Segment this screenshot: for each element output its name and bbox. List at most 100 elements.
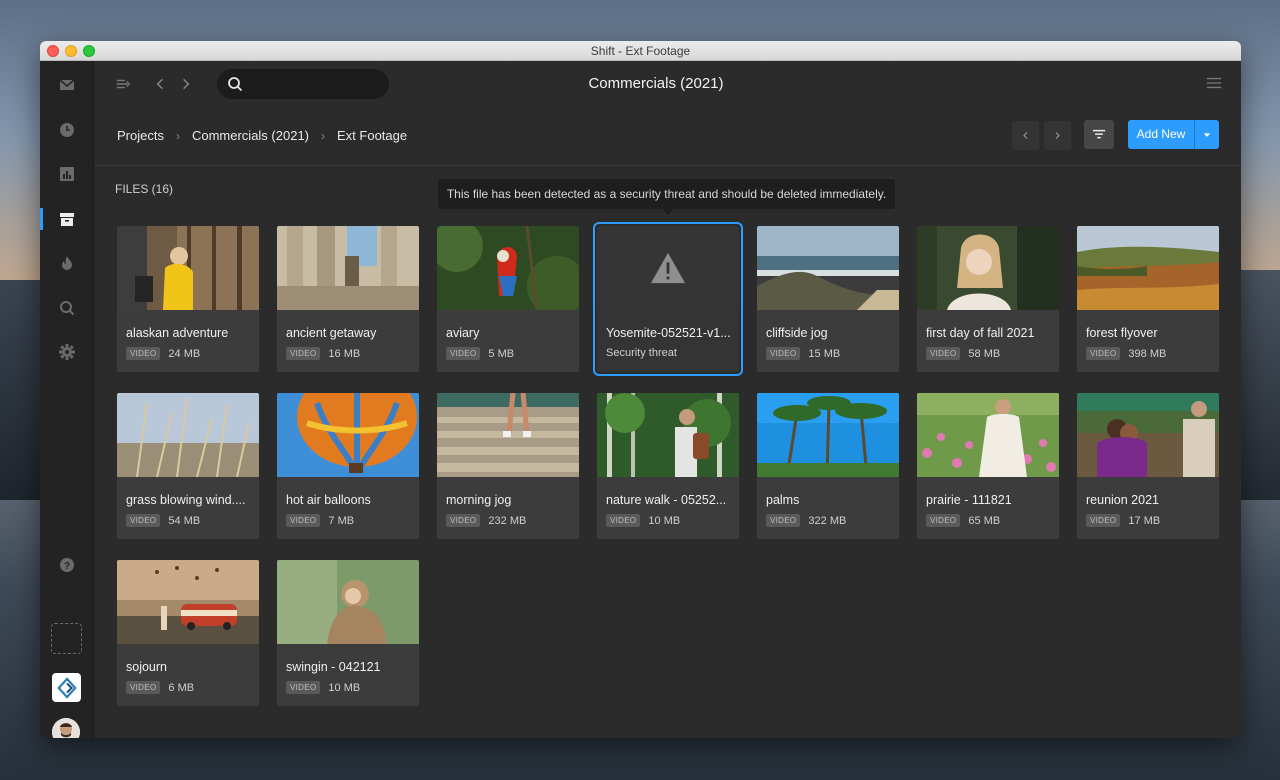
threat-thumbnail — [597, 226, 739, 310]
security-threat-status: Security threat — [606, 347, 677, 359]
active-indicator — [40, 208, 43, 230]
mail-icon[interactable] — [57, 75, 77, 95]
video-thumbnail — [757, 393, 899, 477]
main-content: Commercials (2021) Projects › Commercial… — [95, 61, 1241, 738]
card-title: ancient getaway — [286, 326, 377, 340]
video-thumbnail — [437, 226, 579, 310]
card-title: Yosemite-052521-v1... — [606, 326, 731, 340]
file-size: 5 MB — [488, 347, 515, 360]
header-divider — [95, 165, 1241, 166]
video-thumbnail — [277, 393, 419, 477]
file-card[interactable]: hot air balloons VIDEO 7 MB — [277, 393, 419, 539]
video-thumbnail — [117, 393, 259, 477]
file-card[interactable]: aviary VIDEO 5 MB — [437, 226, 579, 372]
file-size: 17 MB — [1128, 514, 1161, 527]
file-card[interactable]: swingin - 042121 VIDEO 10 MB — [277, 560, 419, 706]
list-menu-icon[interactable] — [1205, 74, 1223, 92]
card-title: grass blowing wind.... — [126, 493, 246, 507]
file-card[interactable]: forest flyover VIDEO 398 MB — [1077, 226, 1219, 372]
file-type-badge: VIDEO — [286, 514, 321, 527]
file-size: 6 MB — [168, 681, 195, 694]
search-icon[interactable] — [57, 298, 77, 318]
video-thumbnail — [277, 560, 419, 644]
video-thumbnail — [117, 560, 259, 644]
file-type-badge: VIDEO — [1086, 347, 1121, 360]
file-card[interactable]: morning jog VIDEO 232 MB — [437, 393, 579, 539]
file-card[interactable]: reunion 2021 VIDEO 17 MB — [1077, 393, 1219, 539]
file-size: 10 MB — [648, 514, 681, 527]
file-card[interactable]: first day of fall 2021 VIDEO 58 MB — [917, 226, 1059, 372]
file-type-badge: VIDEO — [926, 347, 961, 360]
page-title: Commercials (2021) — [588, 75, 724, 92]
add-new-dropdown[interactable] — [1194, 120, 1219, 149]
title-bar: Shift - Ext Footage — [40, 41, 1241, 61]
file-card[interactable]: ancient getaway VIDEO 16 MB — [277, 226, 419, 372]
back-icon[interactable] — [151, 75, 169, 93]
file-type-badge: VIDEO — [126, 347, 161, 360]
video-thumbnail — [757, 226, 899, 310]
file-size: 7 MB — [328, 514, 355, 527]
flame-icon[interactable] — [57, 253, 77, 273]
breadcrumb-chevron-icon: › — [321, 128, 326, 143]
collapse-sidebar-icon[interactable] — [114, 75, 132, 93]
add-new-label[interactable]: Add New — [1128, 120, 1194, 149]
file-size: 10 MB — [328, 681, 361, 694]
file-size: 54 MB — [168, 514, 201, 527]
file-card[interactable]: palms VIDEO 322 MB — [757, 393, 899, 539]
chart-icon[interactable] — [57, 164, 77, 184]
breadcrumb-commercials[interactable]: Commercials (2021) — [192, 128, 309, 143]
desktop-background-right — [1240, 270, 1280, 500]
avatar[interactable] — [52, 718, 80, 738]
file-card[interactable]: cliffside jog VIDEO 15 MB — [757, 226, 899, 372]
file-type-badge: VIDEO — [446, 514, 481, 527]
previous-page-button[interactable] — [1012, 121, 1039, 150]
breadcrumb-projects[interactable]: Projects — [117, 128, 164, 143]
video-thumbnail — [437, 393, 579, 477]
card-title: swingin - 042121 — [286, 660, 381, 674]
file-type-badge: VIDEO — [926, 514, 961, 527]
breadcrumb-ext-footage[interactable]: Ext Footage — [337, 128, 407, 143]
help-icon[interactable]: ? — [57, 555, 77, 575]
file-card[interactable]: grass blowing wind.... VIDEO 54 MB — [117, 393, 259, 539]
archive-icon[interactable] — [57, 209, 77, 229]
file-card[interactable]: sojourn VIDEO 6 MB — [117, 560, 259, 706]
card-title: cliffside jog — [766, 326, 828, 340]
file-card[interactable]: alaskan adventure VIDEO 24 MB — [117, 226, 259, 372]
svg-text:?: ? — [64, 561, 70, 572]
chevron-right-icon — [1055, 132, 1060, 139]
search-bar[interactable] — [217, 69, 389, 99]
desktop-background-left — [0, 280, 40, 500]
file-type-badge: VIDEO — [126, 681, 161, 694]
app-logo[interactable] — [52, 673, 81, 702]
file-card[interactable]: prairie - 111821 VIDEO 65 MB — [917, 393, 1059, 539]
search-input[interactable] — [249, 74, 379, 94]
file-card[interactable]: nature walk - 05252... VIDEO 10 MB — [597, 393, 739, 539]
next-page-button[interactable] — [1044, 121, 1071, 150]
filter-button[interactable] — [1084, 120, 1114, 149]
video-thumbnail — [1077, 393, 1219, 477]
breadcrumb: Projects › Commercials (2021) › Ext Foot… — [117, 128, 407, 143]
card-title: hot air balloons — [286, 493, 371, 507]
app-window: Shift - Ext Footage ? Commercials (2021)… — [40, 41, 1241, 738]
video-thumbnail — [117, 226, 259, 310]
video-thumbnail — [1077, 226, 1219, 310]
file-card-threat[interactable]: Yosemite-052521-v1... Security threat — [593, 222, 743, 376]
forward-icon[interactable] — [177, 75, 195, 93]
file-type-badge: VIDEO — [446, 347, 481, 360]
card-title: palms — [766, 493, 800, 507]
add-new-button[interactable]: Add New — [1128, 120, 1219, 149]
security-tooltip: This file has been detected as a securit… — [438, 179, 895, 215]
card-title: alaskan adventure — [126, 326, 229, 340]
video-thumbnail — [917, 226, 1059, 310]
file-type-badge: VIDEO — [766, 514, 801, 527]
file-size: 322 MB — [808, 514, 847, 527]
file-type-badge: VIDEO — [126, 514, 161, 527]
file-type-badge: VIDEO — [286, 681, 321, 694]
video-thumbnail — [917, 393, 1059, 477]
chevron-left-icon — [1023, 132, 1028, 139]
add-app-placeholder[interactable] — [51, 623, 82, 654]
card-title: aviary — [446, 326, 480, 340]
gear-icon[interactable] — [57, 342, 77, 362]
clock-icon[interactable] — [57, 120, 77, 140]
video-thumbnail — [277, 226, 419, 310]
